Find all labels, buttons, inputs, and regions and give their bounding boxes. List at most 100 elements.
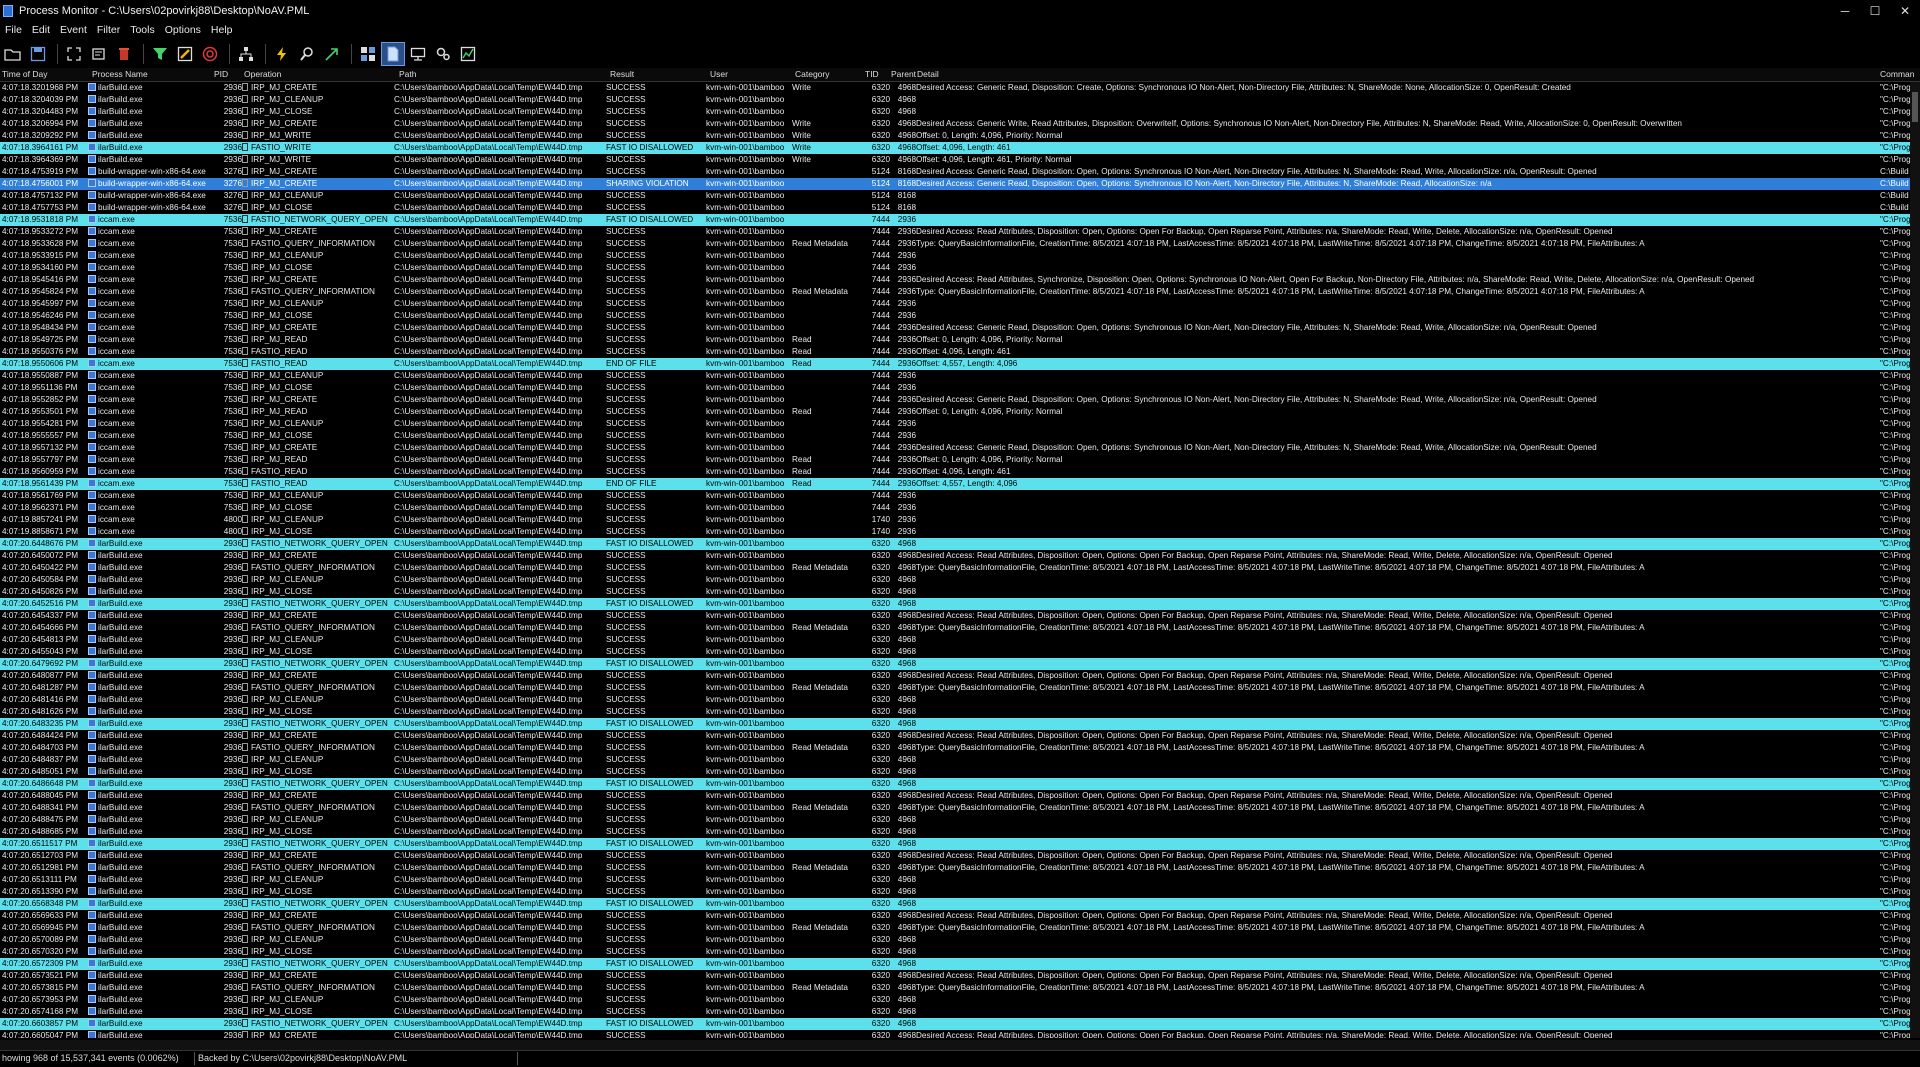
table-row[interactable]: 4:07:18.9553501 PM iccam.exe 7536 IRP_MJ_RE… [0,406,1910,418]
table-row[interactable]: 4:07:18.9554281 PM iccam.exe 7536 IRP_MJ_CL… [0,418,1910,430]
table-row[interactable]: 4:07:20.6572309 PM ilarBuild.exe 2936 FASTI… [0,958,1910,970]
menu-tools[interactable]: Tools [125,24,160,36]
delete-icon[interactable] [113,43,135,65]
table-row[interactable]: 4:07:18.9533628 PM iccam.exe 7536 FASTIO_QU… [0,238,1910,250]
highlight-icon[interactable] [174,43,196,65]
table-row[interactable]: 4:07:18.4756001 PM build-wrapper-win-x86-… [0,178,1910,190]
table-row[interactable]: 4:07:20.6573521 PM ilarBuild.exe 2936 IRP_M… [0,970,1910,982]
include-icon[interactable] [199,43,221,65]
table-row[interactable]: 4:07:20.6573815 PM ilarBuild.exe 2936 FASTI… [0,982,1910,994]
process-tree-icon[interactable] [235,43,257,65]
table-row[interactable]: 4:07:20.6455043 PM ilarBuild.exe 2936 IRP_M… [0,646,1910,658]
table-row[interactable]: 4:07:20.6513390 PM ilarBuild.exe 2936 IRP_M… [0,886,1910,898]
open-icon[interactable] [2,43,24,65]
network-activity-icon[interactable] [407,43,429,65]
find-icon[interactable] [296,43,318,65]
table-row[interactable]: 4:07:20.6574168 PM ilarBuild.exe 2936 IRP_M… [0,1006,1910,1018]
table-row[interactable]: 4:07:20.6479692 PM ilarBuild.exe 2936 FASTI… [0,658,1910,670]
table-row[interactable]: 4:07:18.9552852 PM iccam.exe 7536 IRP_MJ_CR… [0,394,1910,406]
table-row[interactable]: 4:07:18.9545824 PM iccam.exe 7536 FASTIO_QU… [0,286,1910,298]
table-row[interactable]: 4:07:18.9550606 PM iccam.exe 7536 FASTIO_RE… [0,358,1910,370]
filter-icon[interactable] [149,43,171,65]
table-row[interactable]: 4:07:20.6484703 PM ilarBuild.exe 2936 FASTI… [0,742,1910,754]
table-row[interactable]: 4:07:18.9534160 PM iccam.exe 7536 IRP_MJ_CL… [0,262,1910,274]
close-button[interactable]: ✕ [1890,0,1920,22]
table-row[interactable]: 4:07:20.6448676 PM ilarBuild.exe 2936 FASTI… [0,538,1910,550]
table-row[interactable]: 4:07:18.9557797 PM iccam.exe 7536 IRP_MJ_RE… [0,454,1910,466]
table-row[interactable]: 4:07:20.6481287 PM ilarBuild.exe 2936 FASTI… [0,682,1910,694]
table-row[interactable]: 4:07:20.6488685 PM ilarBuild.exe 2936 IRP_M… [0,826,1910,838]
table-row[interactable]: 4:07:18.3204039 PM ilarBuild.exe 2936 IRP_M… [0,94,1910,106]
table-row[interactable]: 4:07:18.4757132 PM build-wrapper-win-x86-… [0,190,1910,202]
table-row[interactable]: 4:07:18.3204483 PM ilarBuild.exe 2936 IRP_M… [0,106,1910,118]
column-command[interactable]: Comman [1880,69,1914,79]
table-row[interactable]: 4:07:20.6488475 PM ilarBuild.exe 2936 IRP_M… [0,814,1910,826]
table-row[interactable]: 4:07:20.6485051 PM ilarBuild.exe 2936 IRP_M… [0,766,1910,778]
event-list[interactable]: 4:07:18.3201968 PM ilarBuild.exe 2936 IRP_M… [0,82,1910,1038]
horizontal-scrollbar[interactable] [0,1040,1920,1050]
column-user[interactable]: User [710,69,728,79]
registry-activity-icon[interactable] [357,43,379,65]
process-activity-icon[interactable] [432,43,454,65]
table-row[interactable]: 4:07:20.6454666 PM ilarBuild.exe 2936 FASTI… [0,622,1910,634]
table-row[interactable]: 4:07:20.6569633 PM ilarBuild.exe 2936 IRP_M… [0,910,1910,922]
table-row[interactable]: 4:07:18.9548434 PM iccam.exe 7536 IRP_MJ_CR… [0,322,1910,334]
table-row[interactable]: 4:07:18.4757753 PM build-wrapper-win-x86-… [0,202,1910,214]
table-row[interactable]: 4:07:20.6511517 PM ilarBuild.exe 2936 FASTI… [0,838,1910,850]
table-row[interactable]: 4:07:18.4753919 PM build-wrapper-win-x86-… [0,166,1910,178]
table-row[interactable]: 4:07:18.9550376 PM iccam.exe 7536 FASTIO_RE… [0,346,1910,358]
table-row[interactable]: 4:07:18.9549725 PM iccam.exe 7536 IRP_MJ_RE… [0,334,1910,346]
vertical-scrollbar[interactable] [1910,82,1920,1038]
autoscroll-icon[interactable] [63,43,85,65]
table-row[interactable]: 4:07:20.6488341 PM ilarBuild.exe 2936 FASTI… [0,802,1910,814]
table-row[interactable]: 4:07:18.9561769 PM iccam.exe 7536 IRP_MJ_CL… [0,490,1910,502]
table-row[interactable]: 4:07:20.6605047 PM ilarBuild.exe 2936 IRP_M… [0,1030,1910,1038]
table-row[interactable]: 4:07:20.6486648 PM ilarBuild.exe 2936 FASTI… [0,778,1910,790]
table-row[interactable]: 4:07:20.6450584 PM ilarBuild.exe 2936 IRP_M… [0,574,1910,586]
table-row[interactable]: 4:07:20.6513111 PM ilarBuild.exe 2936 IRP_M… [0,874,1910,886]
jump-to-icon[interactable] [321,43,343,65]
column-time[interactable]: Time of Day [2,69,48,79]
menu-options[interactable]: Options [160,24,206,36]
table-row[interactable]: 4:07:20.6568348 PM ilarBuild.exe 2936 FASTI… [0,898,1910,910]
column-tid[interactable]: TID [865,69,879,79]
table-row[interactable]: 4:07:18.3964369 PM ilarBuild.exe 2936 IRP_M… [0,154,1910,166]
menu-edit[interactable]: Edit [27,24,55,36]
event-properties-icon[interactable] [271,43,293,65]
table-row[interactable]: 4:07:18.3964161 PM ilarBuild.exe 2936 FASTI… [0,142,1910,154]
column-operation[interactable]: Operation [244,69,281,79]
table-row[interactable]: 4:07:18.9551136 PM iccam.exe 7536 IRP_MJ_CL… [0,382,1910,394]
table-row[interactable]: 4:07:20.6484424 PM ilarBuild.exe 2936 IRP_M… [0,730,1910,742]
table-row[interactable]: 4:07:18.9546246 PM iccam.exe 7536 IRP_MJ_CL… [0,310,1910,322]
save-icon[interactable] [27,43,49,65]
table-row[interactable]: 4:07:20.6484837 PM ilarBuild.exe 2936 IRP_M… [0,754,1910,766]
menu-event[interactable]: Event [55,24,92,36]
table-row[interactable]: 4:07:18.9562371 PM iccam.exe 7536 IRP_MJ_CL… [0,502,1910,514]
file-system-activity-icon[interactable] [381,42,405,66]
table-row[interactable]: 4:07:20.6480877 PM ilarBuild.exe 2936 IRP_M… [0,670,1910,682]
table-row[interactable]: 4:07:20.6570320 PM ilarBuild.exe 2936 IRP_M… [0,946,1910,958]
table-row[interactable]: 4:07:20.6481626 PM ilarBuild.exe 2936 IRP_M… [0,706,1910,718]
column-category[interactable]: Category [795,69,830,79]
table-row[interactable]: 4:07:20.6454813 PM ilarBuild.exe 2936 IRP_M… [0,634,1910,646]
table-row[interactable]: 4:07:20.6512981 PM ilarBuild.exe 2936 FASTI… [0,862,1910,874]
table-row[interactable]: 4:07:18.9533915 PM iccam.exe 7536 IRP_MJ_CL… [0,250,1910,262]
minimize-button[interactable]: ─ [1830,0,1860,22]
column-path[interactable]: Path [399,69,417,79]
table-row[interactable]: 4:07:18.9550887 PM iccam.exe 7536 IRP_MJ_CL… [0,370,1910,382]
table-row[interactable]: 4:07:19.8858671 PM iccam.exe 4800 IRP_MJ_CL… [0,526,1910,538]
table-row[interactable]: 4:07:18.3206994 PM ilarBuild.exe 2936 IRP_M… [0,118,1910,130]
table-row[interactable]: 4:07:20.6488045 PM ilarBuild.exe 2936 IRP_M… [0,790,1910,802]
table-row[interactable]: 4:07:20.6569945 PM ilarBuild.exe 2936 FASTI… [0,922,1910,934]
column-parent[interactable]: Parent [891,69,916,79]
table-row[interactable]: 4:07:20.6603857 PM ilarBuild.exe 2936 FASTI… [0,1018,1910,1030]
table-row[interactable]: 4:07:18.9561439 PM iccam.exe 7536 FASTIO_RE… [0,478,1910,490]
table-row[interactable]: 4:07:18.9557132 PM iccam.exe 7536 IRP_MJ_CR… [0,442,1910,454]
menu-help[interactable]: Help [206,24,238,36]
table-row[interactable]: 4:07:20.6570089 PM ilarBuild.exe 2936 IRP_M… [0,934,1910,946]
maximize-button[interactable]: ☐ [1860,0,1890,22]
table-row[interactable]: 4:07:18.3201968 PM ilarBuild.exe 2936 IRP_M… [0,82,1910,94]
column-pid[interactable]: PID [214,69,228,79]
clear-icon[interactable] [88,43,110,65]
table-row[interactable]: 4:07:20.6450422 PM ilarBuild.exe 2936 FASTI… [0,562,1910,574]
